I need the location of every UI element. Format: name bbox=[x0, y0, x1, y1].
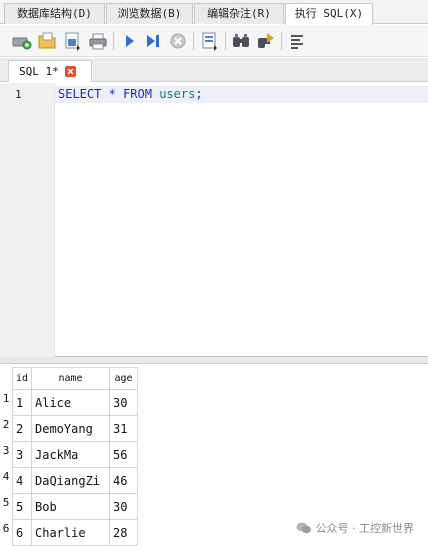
save-icon[interactable] bbox=[61, 29, 85, 53]
cell-id[interactable]: 1 bbox=[12, 389, 32, 416]
cell-name[interactable]: Bob bbox=[31, 493, 110, 520]
row-number[interactable]: 3 bbox=[0, 444, 12, 457]
column-header-name[interactable]: name bbox=[31, 367, 110, 390]
table-identifier: users bbox=[159, 87, 196, 101]
editor-results-splitter[interactable] bbox=[0, 357, 428, 364]
cell-name[interactable]: DemoYang bbox=[31, 415, 110, 442]
keyword-from: FROM bbox=[123, 87, 152, 101]
toolbar-separator bbox=[113, 32, 114, 50]
toolbar-separator bbox=[193, 32, 194, 50]
tab-edit-pragmas[interactable]: 编辑杂注(R) bbox=[194, 3, 284, 24]
tab-browse-data[interactable]: 浏览数据(B) bbox=[106, 3, 193, 24]
wechat-icon bbox=[296, 522, 311, 534]
close-icon[interactable] bbox=[64, 66, 76, 77]
find-icon[interactable] bbox=[229, 29, 253, 53]
line-number: 1 bbox=[15, 88, 22, 101]
table-row[interactable]: 2 DemoYang 31 bbox=[12, 415, 138, 442]
table-row[interactable]: 1 Alice 30 bbox=[12, 389, 138, 416]
table-row[interactable]: 6 Charlie 28 bbox=[12, 519, 138, 546]
tab-database-structure[interactable]: 数据库结构(D) bbox=[4, 3, 105, 24]
open-file-icon[interactable] bbox=[35, 29, 59, 53]
cell-age[interactable]: 56 bbox=[109, 441, 138, 468]
sql-toolbar bbox=[0, 25, 428, 57]
row-number[interactable]: 2 bbox=[0, 418, 12, 431]
tab-execute-sql[interactable]: 执行 SQL(X) bbox=[285, 3, 373, 25]
tab-sql-1-label: SQL 1* bbox=[19, 65, 59, 78]
print-icon[interactable] bbox=[86, 29, 110, 53]
cell-name[interactable]: JackMa bbox=[31, 441, 110, 468]
stop-icon[interactable] bbox=[166, 29, 190, 53]
keyword-select: SELECT bbox=[58, 87, 102, 101]
row-number[interactable]: 5 bbox=[0, 496, 12, 509]
cell-age[interactable]: 31 bbox=[109, 415, 138, 442]
results-table: id name age 1 Alice 30 2 DemoYang 31 3 J… bbox=[12, 367, 138, 546]
cell-name[interactable]: DaQiangZi bbox=[31, 467, 110, 494]
save-results-icon[interactable] bbox=[198, 29, 222, 53]
table-row[interactable]: 3 JackMa 56 bbox=[12, 441, 138, 468]
cell-name[interactable]: Charlie bbox=[31, 519, 110, 546]
row-number[interactable]: 4 bbox=[0, 470, 12, 483]
results-pane: id name age 1 Alice 30 2 DemoYang 31 3 J… bbox=[0, 365, 428, 546]
table-row[interactable]: 4 DaQiangZi 46 bbox=[12, 467, 138, 494]
main-tab-bar: 数据库结构(D) 浏览数据(B) 编辑杂注(R) 执行 SQL(X) bbox=[0, 0, 428, 25]
row-number[interactable]: 1 bbox=[0, 392, 12, 405]
code-line[interactable]: SELECT * FROM users; bbox=[58, 87, 203, 101]
line-number-gutter: 1 bbox=[0, 83, 55, 357]
column-header-age[interactable]: age bbox=[109, 367, 138, 390]
column-header-id[interactable]: id bbox=[12, 367, 32, 390]
cell-age[interactable]: 46 bbox=[109, 467, 138, 494]
cell-age[interactable]: 30 bbox=[109, 389, 138, 416]
toolbar-separator bbox=[281, 32, 282, 50]
row-number[interactable]: 6 bbox=[0, 522, 12, 535]
editor-tab-bar: SQL 1* bbox=[0, 58, 428, 82]
semicolon: ; bbox=[195, 87, 203, 101]
watermark-text: 公众号 · 工控新世界 bbox=[315, 522, 415, 535]
cell-id[interactable]: 5 bbox=[12, 493, 32, 520]
sql-editor[interactable]: 1 SELECT * FROM users; bbox=[0, 83, 428, 357]
table-row[interactable]: 5 Bob 30 bbox=[12, 493, 138, 520]
header-row: id name age bbox=[12, 367, 138, 390]
cell-id[interactable]: 3 bbox=[12, 441, 32, 468]
cell-name[interactable]: Alice bbox=[31, 389, 110, 416]
toolbar-separator bbox=[225, 32, 226, 50]
comment-icon[interactable] bbox=[285, 29, 309, 53]
cell-id[interactable]: 4 bbox=[12, 467, 32, 494]
cell-id[interactable]: 6 bbox=[12, 519, 32, 546]
find-replace-icon[interactable] bbox=[254, 29, 278, 53]
execute-line-icon[interactable] bbox=[141, 29, 165, 53]
select-star: * bbox=[108, 87, 116, 101]
cell-age[interactable]: 28 bbox=[109, 519, 138, 546]
cell-age[interactable]: 30 bbox=[109, 493, 138, 520]
open-tab-icon[interactable] bbox=[10, 29, 34, 53]
cell-id[interactable]: 2 bbox=[12, 415, 32, 442]
tab-sql-1[interactable]: SQL 1* bbox=[8, 60, 92, 82]
watermark: 公众号 · 工控新世界 bbox=[296, 520, 415, 536]
execute-all-icon[interactable] bbox=[117, 29, 141, 53]
